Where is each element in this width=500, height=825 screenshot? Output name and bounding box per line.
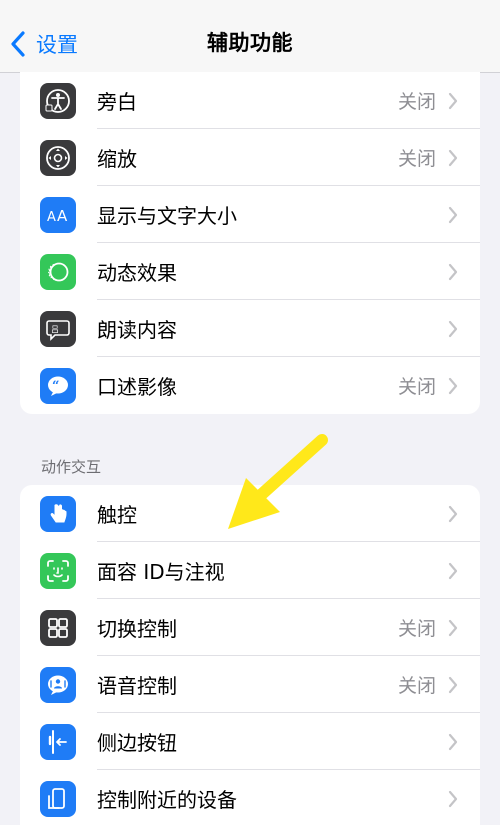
row-display-text-size[interactable]: A A 显示与文字大小: [20, 186, 480, 243]
row-motion[interactable]: 动态效果: [20, 243, 480, 300]
row-audio-descriptions[interactable]: “ 口述影像 关闭: [20, 357, 480, 414]
svg-text:“: “: [52, 379, 59, 394]
svg-text:A: A: [57, 207, 68, 225]
row-label: 切换控制: [97, 617, 177, 641]
svg-text:吕: 吕: [51, 325, 59, 334]
text-size-icon: A A: [40, 197, 76, 233]
row-label: 触控: [97, 503, 137, 527]
chevron-right-icon: [448, 263, 458, 281]
svg-text:A: A: [47, 210, 56, 225]
chevron-right-icon: [448, 92, 458, 110]
chevron-right-icon: [448, 377, 458, 395]
motion-icon: [40, 254, 76, 290]
spoken-content-icon: 吕: [40, 311, 76, 347]
row-label: 侧边按钮: [97, 731, 177, 755]
row-value: 关闭: [397, 91, 436, 113]
row-label: 面容 ID与注视: [97, 560, 225, 584]
row-face-id-attention[interactable]: 面容 ID与注视: [20, 542, 480, 599]
row-zoom[interactable]: 缩放 关闭: [20, 129, 480, 186]
chevron-right-icon: [448, 320, 458, 338]
row-control-nearby-devices[interactable]: 控制附近的设备: [20, 770, 480, 825]
chevron-right-icon: [448, 206, 458, 224]
chevron-right-icon: [448, 676, 458, 694]
chevron-right-icon: [448, 790, 458, 808]
navigation-bar: 设置 辅助功能: [0, 0, 500, 73]
row-value: 关闭: [397, 376, 436, 398]
row-value: 关闭: [397, 675, 436, 697]
row-label: 口述影像: [97, 375, 177, 399]
touch-icon: [40, 496, 76, 532]
side-button-icon: [40, 724, 76, 760]
row-value: 关闭: [397, 618, 436, 640]
row-label: 动态效果: [97, 261, 177, 285]
row-side-button[interactable]: 侧边按钮: [20, 713, 480, 770]
row-label: 控制附近的设备: [97, 788, 237, 812]
face-id-icon: [40, 553, 76, 589]
voiceover-icon: [40, 83, 76, 119]
row-label: 朗读内容: [97, 318, 177, 342]
audio-description-icon: “: [40, 368, 76, 404]
row-label: 旁白: [97, 90, 137, 114]
row-label: 语音控制: [97, 674, 177, 698]
chevron-right-icon: [448, 733, 458, 751]
row-switch-control[interactable]: 切换控制 关闭: [20, 599, 480, 656]
chevron-right-icon: [448, 149, 458, 167]
chevron-right-icon: [448, 505, 458, 523]
switch-control-icon: [40, 610, 76, 646]
row-voiceover[interactable]: 旁白 关闭: [20, 72, 480, 129]
chevron-right-icon: [448, 619, 458, 637]
section-header-physical-motor: 动作交互: [41, 458, 102, 476]
voice-control-icon: [40, 667, 76, 703]
row-spoken-content[interactable]: 吕 朗读内容: [20, 300, 480, 357]
row-voice-control[interactable]: 语音控制 关闭: [20, 656, 480, 713]
row-label: 显示与文字大小: [97, 204, 237, 228]
vision-settings-group: 旁白 关闭 缩放 关闭 A A 显示与文字大小 动态效果 吕 朗读内容 “ 口述…: [20, 72, 480, 414]
row-value: 关闭: [397, 148, 436, 170]
annotation-arrow-icon: [228, 434, 328, 529]
zoom-icon: [40, 140, 76, 176]
page-title: 辅助功能: [207, 31, 293, 55]
chevron-right-icon: [448, 562, 458, 580]
nearby-devices-icon: [40, 781, 76, 817]
row-label: 缩放: [97, 147, 137, 171]
